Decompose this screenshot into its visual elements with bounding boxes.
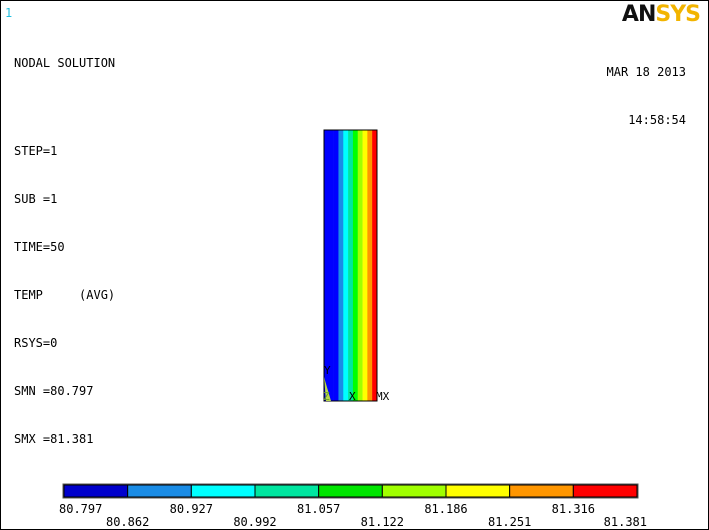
legend-box-1 <box>63 484 129 498</box>
smn-label: SMN =80.797 <box>14 384 94 398</box>
ansys-logo: ANSYS <box>621 2 701 27</box>
substep-label: SUB =1 <box>14 192 58 206</box>
smx-label: SMX =81.381 <box>14 432 94 446</box>
temp-label: TEMP (AVG) <box>14 288 116 302</box>
contour-band-8 <box>357 130 363 401</box>
contour-band-2 <box>328 130 334 401</box>
legend-tick-7: 81.186 <box>424 502 467 516</box>
max-marker-label: MX <box>376 390 390 403</box>
contour-band-1 <box>324 130 330 401</box>
legend-tick-9: 81.316 <box>552 502 595 516</box>
legend-tick-3: 80.927 <box>170 502 213 516</box>
contour-legend: 80.797 80.862 80.927 80.992 81.057 81.122 81.1… <box>59 483 647 529</box>
contour-bands <box>324 130 378 401</box>
contour-band-9 <box>362 130 368 401</box>
legend-tick-10: 81.381 <box>604 515 647 529</box>
axis-z-label: Z <box>323 390 330 403</box>
contour-band-6 <box>348 130 354 401</box>
step-label: STEP=1 <box>14 144 58 158</box>
time-label: TIME=50 <box>14 240 65 254</box>
contour-band-10 <box>367 130 373 401</box>
legend-box-8 <box>509 484 574 498</box>
contour-band-7 <box>352 130 359 401</box>
model-contour-plot: Y Z X MX <box>323 129 390 403</box>
contour-band-3 <box>333 130 339 401</box>
datetime-stamp: MAR 18 2013 14:58:54 <box>607 32 686 160</box>
contour-band-4 <box>338 130 344 401</box>
legend-tick-8: 81.251 <box>488 515 531 529</box>
window-number: 1 <box>5 6 13 20</box>
axis-x-label: X <box>349 390 356 403</box>
legend-box-4 <box>254 484 320 498</box>
date-label: MAR 18 2013 <box>606 65 686 79</box>
contour-band-5 <box>343 130 349 401</box>
legend-color-boxes <box>62 483 639 499</box>
rsys-label: RSYS=0 <box>14 336 58 350</box>
legend-box-5 <box>318 484 383 498</box>
graphics-viewport[interactable]: 1 NODAL SOLUTION STEP=1 SUB =1 TIME=50 T… <box>0 0 709 530</box>
solution-title: NODAL SOLUTION <box>14 56 116 70</box>
legend-box-6 <box>381 484 447 498</box>
legend-tick-4: 80.992 <box>233 515 276 529</box>
logo-gold-part: SYS <box>655 2 701 27</box>
legend-tick-labels: 80.797 80.862 80.927 80.992 81.057 81.122 81.1… <box>59 502 647 529</box>
solution-info: NODAL SOLUTION STEP=1 SUB =1 TIME=50 TEM… <box>14 23 115 479</box>
legend-box-3 <box>190 484 256 498</box>
legend-box-9 <box>572 484 638 498</box>
axis-y-label: Y <box>324 364 331 377</box>
time-of-day-label: 14:58:54 <box>628 113 686 127</box>
legend-box-2 <box>127 484 192 498</box>
legend-tick-2: 80.862 <box>106 515 149 529</box>
legend-tick-5: 81.057 <box>297 502 340 516</box>
legend-tick-6: 81.122 <box>361 515 404 529</box>
legend-tick-1: 80.797 <box>59 502 102 516</box>
logo-dark-part: AN <box>621 2 656 27</box>
legend-box-7 <box>445 484 511 498</box>
